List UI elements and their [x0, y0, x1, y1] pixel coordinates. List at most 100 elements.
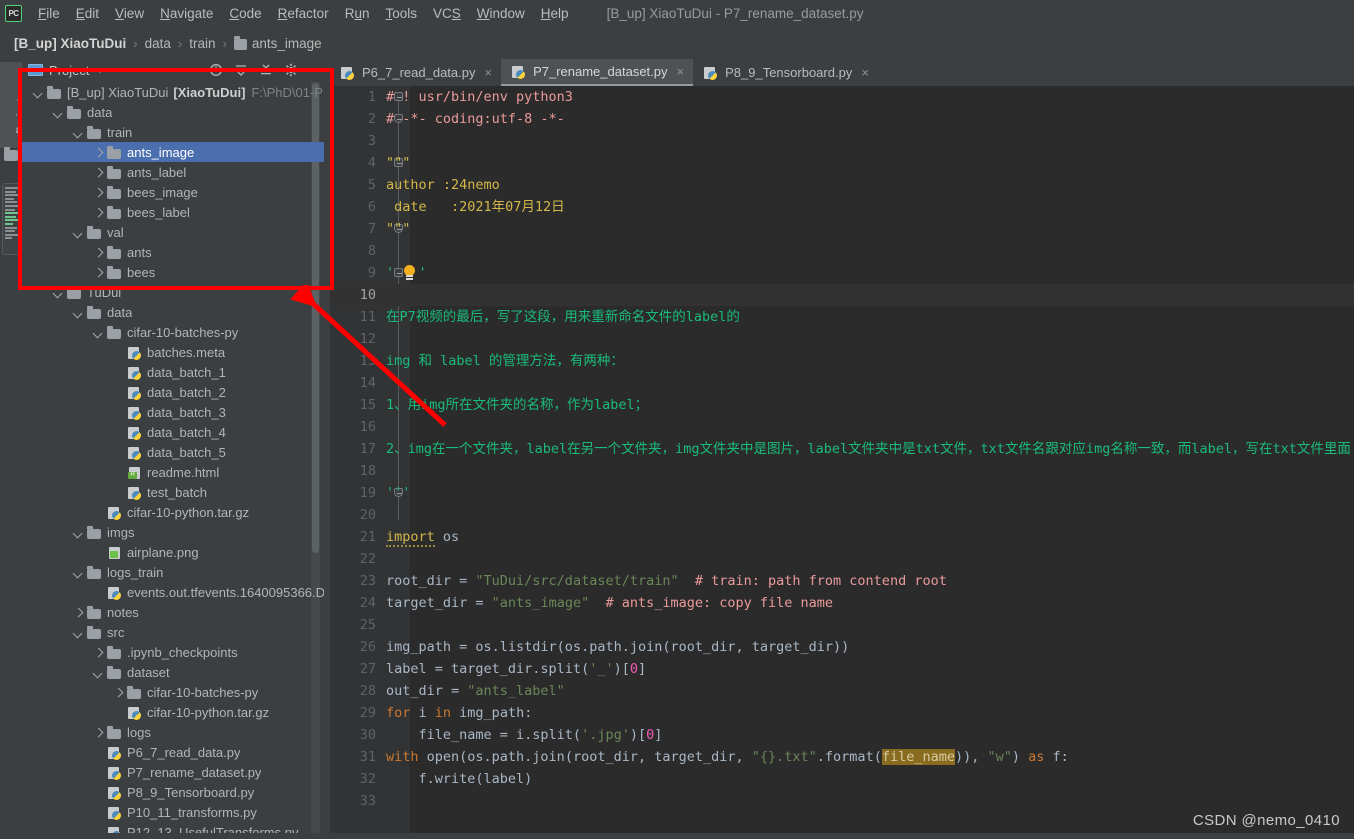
code-line[interactable]: 22 [330, 548, 1354, 570]
editor-tab-p8_9_tensorboard-py[interactable]: P8_9_Tensorboard.py × [693, 59, 878, 86]
code-line[interactable]: 20 [330, 504, 1354, 526]
code-line[interactable]: 21 import os [330, 526, 1354, 548]
tree-item-bees_image[interactable]: bees_image [22, 182, 324, 202]
tree-item-cifar-10-batches-py[interactable]: cifar-10-batches-py [22, 682, 324, 702]
tree-item-b_upxiaotudui[interactable]: [B_up] XiaoTuDui [XiaoTuDui] F:\PhD\01-P [22, 82, 324, 102]
code-line[interactable]: 12 [330, 328, 1354, 350]
chevron-right-icon[interactable] [94, 208, 103, 217]
tree-item-readme.html[interactable]: readme.html [22, 462, 324, 482]
chevron-right-icon[interactable] [94, 188, 103, 197]
code-line[interactable]: 9 ' ' [330, 262, 1354, 284]
code-editor[interactable]: 1 # ! usr/bin/env python3 2 # -*- coding:ut… [330, 86, 1354, 839]
code-line[interactable]: 13 img 和 label 的管理方法，有两种： [330, 350, 1354, 372]
menu-item-tools[interactable]: Tools [377, 4, 425, 23]
code-line[interactable]: 32 f.write(label) [330, 768, 1354, 790]
chevron-down-icon[interactable] [74, 128, 83, 137]
chevron-down-icon[interactable] [54, 108, 63, 117]
chevron-right-icon[interactable] [114, 688, 123, 697]
menu-item-run[interactable]: Run [337, 4, 378, 23]
menu-item-edit[interactable]: Edit [68, 4, 107, 23]
chevron-right-icon[interactable] [94, 168, 103, 177]
tree-item-bees_label[interactable]: bees_label [22, 202, 324, 222]
code-line[interactable]: 26 img_path = os.listdir(os.path.join(roo… [330, 636, 1354, 658]
code-line[interactable]: 30 file_name = i.split('.jpg')[0] [330, 724, 1354, 746]
tree-item-bees[interactable]: bees [22, 262, 324, 282]
chevron-right-icon[interactable] [94, 248, 103, 257]
close-icon[interactable]: × [677, 64, 685, 79]
tree-item-test_batch[interactable]: test_batch [22, 482, 324, 502]
tree-item-imgs[interactable]: imgs [22, 522, 324, 542]
tree-item-.ipynb_checkpoints[interactable]: .ipynb_checkpoints [22, 642, 324, 662]
tree-item-dataset[interactable]: dataset [22, 662, 324, 682]
menu-item-window[interactable]: Window [469, 4, 533, 23]
chevron-down-icon[interactable] [74, 628, 83, 637]
tree-item-ants[interactable]: ants [22, 242, 324, 262]
sidebar-tab-project[interactable]: Project [0, 62, 28, 148]
code-line[interactable]: 1 # ! usr/bin/env python3 [330, 86, 1354, 108]
code-line[interactable]: 29 for i in img_path: [330, 702, 1354, 724]
tree-item-train[interactable]: train [22, 122, 324, 142]
code-line[interactable]: 14 [330, 372, 1354, 394]
chevron-right-icon[interactable] [94, 268, 103, 277]
tree-item-p10_11_transforms.py[interactable]: P10_11_transforms.py [22, 802, 324, 822]
code-line[interactable]: 5 author :24nemo [330, 174, 1354, 196]
code-line[interactable]: 23 root_dir = "TuDui/src/dataset/train" #… [330, 570, 1354, 592]
editor-tab-p7_rename_dataset-py[interactable]: P7_rename_dataset.py × [501, 59, 694, 86]
code-line[interactable]: 15 1、用img所在文件夹的名称，作为label； [330, 394, 1354, 416]
code-line[interactable]: 8 [330, 240, 1354, 262]
breadcrumb-root[interactable]: [B_up] XiaoTuDui [14, 36, 126, 51]
tree-item-ants_image[interactable]: ants_image [22, 142, 324, 162]
tree-item-notes[interactable]: notes [22, 602, 324, 622]
code-line[interactable]: 28 out_dir = "ants_label" [330, 680, 1354, 702]
tree-item-data[interactable]: data [22, 302, 324, 322]
tree-item-cifar-10-batches-py[interactable]: cifar-10-batches-py [22, 322, 324, 342]
tree-item-val[interactable]: val [22, 222, 324, 242]
chevron-down-icon[interactable] [74, 228, 83, 237]
tree-item-tudui[interactable]: TuDui [22, 282, 324, 302]
tree-item-batches.meta[interactable]: batches.meta [22, 342, 324, 362]
tree-item-cifar-10-python.tar.gz[interactable]: cifar-10-python.tar.gz [22, 702, 324, 722]
menu-item-navigate[interactable]: Navigate [152, 4, 221, 23]
chevron-right-icon[interactable] [94, 148, 103, 157]
intention-bulb-icon[interactable] [402, 265, 417, 281]
code-line[interactable]: 11 在P7视频的最后，写了这段，用来重新命名文件的label的 [330, 306, 1354, 328]
chevron-down-icon[interactable] [94, 328, 103, 337]
code-line[interactable]: 18 [330, 460, 1354, 482]
menu-item-file[interactable]: File [30, 4, 68, 23]
tree-item-src[interactable]: src [22, 622, 324, 642]
hide-panel-icon[interactable] [309, 63, 323, 77]
menu-item-code[interactable]: Code [221, 4, 269, 23]
locate-icon[interactable] [209, 63, 223, 77]
tree-item-ants_label[interactable]: ants_label [22, 162, 324, 182]
tree-item-logs[interactable]: logs [22, 722, 324, 742]
chevron-down-icon[interactable] [94, 668, 103, 677]
breadcrumb-leaf[interactable]: ants_image [252, 36, 322, 51]
code-line[interactable]: 16 [330, 416, 1354, 438]
tree-item-data_batch_2[interactable]: data_batch_2 [22, 382, 324, 402]
folder-icon[interactable] [4, 147, 18, 161]
close-icon[interactable]: × [484, 65, 492, 80]
tree-item-logs_train[interactable]: logs_train [22, 562, 324, 582]
code-line[interactable]: 24 target_dir = "ants_image" # ants_image… [330, 592, 1354, 614]
code-line[interactable]: 3 [330, 130, 1354, 152]
menu-item-vcs[interactable]: VCS [425, 4, 469, 23]
code-line[interactable]: 4 """ [330, 152, 1354, 174]
code-line[interactable]: 17 2、img在一个文件夹，label在另一个文件夹，img文件夹中是图片，la… [330, 438, 1354, 460]
close-icon[interactable]: × [861, 65, 869, 80]
tree-item-data[interactable]: data [22, 102, 324, 122]
menu-item-refactor[interactable]: Refactor [270, 4, 337, 23]
breadcrumb-segment-data[interactable]: data [145, 36, 171, 51]
settings-gear-icon[interactable] [284, 63, 298, 77]
tree-item-p6_7_read_data.py[interactable]: P6_7_read_data.py [22, 742, 324, 762]
tree-item-data_batch_5[interactable]: data_batch_5 [22, 442, 324, 462]
tree-item-cifar-10-python.tar.gz[interactable]: cifar-10-python.tar.gz [22, 502, 324, 522]
code-content[interactable]: 1 # ! usr/bin/env python3 2 # -*- coding:ut… [330, 86, 1354, 839]
collapse-all-icon[interactable] [259, 63, 273, 77]
code-line[interactable]: 31 with open(os.path.join(root_dir, targe… [330, 746, 1354, 768]
tree-item-events.out.tfevents.1640095366.desk[interactable]: events.out.tfevents.1640095366.DESK [22, 582, 324, 602]
editor-tab-p6_7_read_data-py[interactable]: P6_7_read_data.py × [330, 59, 501, 86]
chevron-right-icon[interactable] [74, 608, 83, 617]
chevron-down-icon[interactable] [74, 308, 83, 317]
tree-item-airplane.png[interactable]: airplane.png [22, 542, 324, 562]
code-line[interactable]: 10 [330, 284, 1354, 306]
